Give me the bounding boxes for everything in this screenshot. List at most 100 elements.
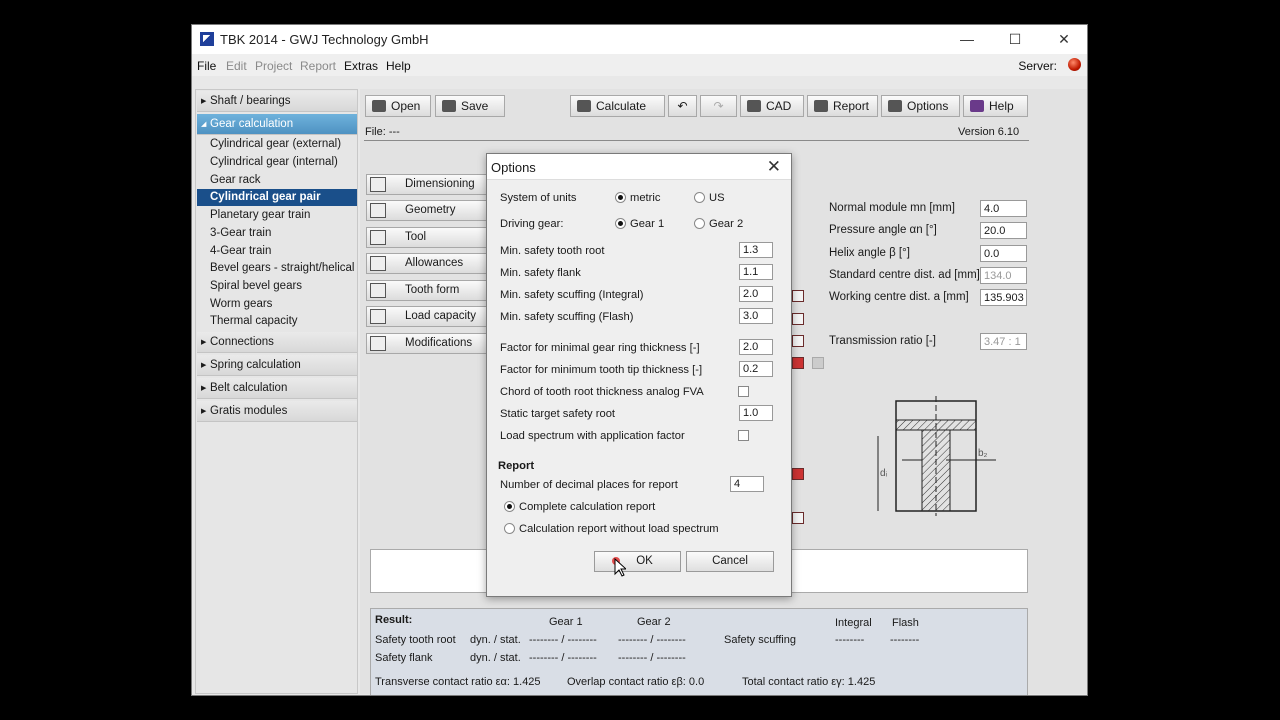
- standard-centre-label: Standard centre dist. ad [mm]: [829, 269, 980, 281]
- driving-gear2-radio[interactable]: [694, 218, 705, 229]
- tool-button[interactable]: Tool: [366, 227, 488, 248]
- normal-module-field[interactable]: 4.0: [980, 200, 1027, 217]
- cross-box-icon[interactable]: [792, 512, 804, 524]
- modifications-button[interactable]: Modifications: [366, 333, 488, 354]
- driving-gear2-label: Gear 2: [709, 218, 744, 230]
- load-spectrum-checkbox[interactable]: [738, 430, 749, 441]
- sidebar-item-planetary[interactable]: Planetary gear train: [197, 207, 357, 224]
- min-scuffing-flash-field[interactable]: 3.0: [739, 308, 773, 324]
- open-button[interactable]: Open: [365, 95, 431, 117]
- menu-help[interactable]: Help: [386, 59, 411, 73]
- tip-thickness-factor-field[interactable]: 0.2: [739, 361, 773, 377]
- sidebar-item-3-gear-train[interactable]: 3-Gear train: [197, 225, 357, 242]
- pressure-angle-field[interactable]: 20.0: [980, 222, 1027, 239]
- options-button[interactable]: Options: [881, 95, 960, 117]
- sidebar-section-connections[interactable]: Connections: [197, 332, 357, 353]
- lock-icon[interactable]: [792, 313, 804, 325]
- menu-report[interactable]: Report: [300, 59, 336, 73]
- transmission-ratio-label: Transmission ratio [-]: [829, 335, 936, 347]
- sidebar-item-worm-gears[interactable]: Worm gears: [197, 296, 357, 313]
- sidebar-item-spiral-bevel[interactable]: Spiral bevel gears: [197, 278, 357, 295]
- menu-extras[interactable]: Extras: [344, 59, 378, 73]
- static-target-safety-label: Static target safety root: [500, 408, 616, 420]
- result-value: --------: [835, 634, 865, 646]
- tooth-form-icon: [370, 283, 386, 298]
- min-safety-flank-field[interactable]: 1.1: [739, 264, 773, 280]
- save-icon: [442, 100, 456, 112]
- cancel-button[interactable]: Cancel: [686, 551, 774, 572]
- menu-project[interactable]: Project: [255, 59, 292, 73]
- ok-button[interactable]: OK: [594, 551, 681, 572]
- lock-icon[interactable]: [792, 357, 804, 369]
- save-button[interactable]: Save: [435, 95, 505, 117]
- calc-small-icon[interactable]: [792, 290, 804, 302]
- safety-scuffing-label: Safety scuffing: [724, 634, 796, 646]
- geometry-button[interactable]: Geometry: [366, 200, 488, 221]
- transmission-ratio-field: 3.47 : 1: [980, 333, 1027, 350]
- undo-button[interactable]: ↶: [668, 95, 697, 117]
- server-status-icon: [1068, 58, 1081, 71]
- sidebar-item-gear-rack[interactable]: Gear rack: [197, 172, 357, 189]
- square-icon[interactable]: [812, 357, 824, 369]
- options-dialog: Options ✕ System of units metric US Driv…: [486, 153, 792, 597]
- sidebar-item-cyl-gear-pair[interactable]: Cylindrical gear pair: [197, 189, 357, 206]
- result-col-integral: Integral: [835, 617, 872, 629]
- menu-file[interactable]: File: [197, 59, 216, 73]
- sidebar-item-bevel-gears[interactable]: Bevel gears - straight/helical: [197, 260, 357, 277]
- units-us-radio[interactable]: [694, 192, 705, 203]
- tool-label: Tool: [405, 231, 427, 243]
- working-centre-field[interactable]: 135.903: [980, 289, 1027, 306]
- sidebar-item-thermal[interactable]: Thermal capacity: [197, 313, 357, 330]
- pressure-angle-label: Pressure angle αn [°]: [829, 224, 937, 236]
- lock-icon[interactable]: [792, 468, 804, 480]
- dialog-title-bar: Options ✕: [487, 154, 791, 180]
- units-metric-radio[interactable]: [615, 192, 626, 203]
- sidebar-item-4-gear-train[interactable]: 4-Gear train: [197, 243, 357, 260]
- result-value: -------- / --------: [618, 652, 686, 664]
- result-col-gear2: Gear 2: [637, 616, 671, 628]
- helix-angle-field[interactable]: 0.0: [980, 245, 1027, 262]
- cad-button[interactable]: CAD: [740, 95, 804, 117]
- redo-button[interactable]: ↷: [700, 95, 737, 117]
- allowances-button[interactable]: Allowances: [366, 253, 488, 274]
- gear-ring-factor-field[interactable]: 2.0: [739, 339, 773, 355]
- width-label: b₂: [978, 448, 988, 459]
- menu-edit[interactable]: Edit: [226, 59, 247, 73]
- dimensioning-button[interactable]: Dimensioning: [366, 174, 488, 195]
- tooth-form-button[interactable]: Tooth form: [366, 280, 488, 301]
- sidebar-section-gratis[interactable]: Gratis modules: [197, 401, 357, 422]
- open-button-label: Open: [391, 99, 421, 113]
- min-safety-root-field[interactable]: 1.3: [739, 242, 773, 258]
- sidebar-item-cyl-external[interactable]: Cylindrical gear (external): [197, 136, 357, 153]
- driving-gear1-radio[interactable]: [615, 218, 626, 229]
- working-centre-label: Working centre dist. a [mm]: [829, 291, 969, 303]
- help-button[interactable]: Help: [963, 95, 1028, 117]
- cad-icon: [747, 100, 761, 112]
- close-icon[interactable]: ✕: [1048, 29, 1080, 49]
- sidebar-section-gear-calculation[interactable]: Gear calculation: [197, 114, 357, 135]
- diameter-label: dᵢ: [880, 468, 888, 479]
- min-scuffing-integral-field[interactable]: 2.0: [739, 286, 773, 302]
- complete-report-radio[interactable]: [504, 501, 515, 512]
- chord-fva-checkbox[interactable]: [738, 386, 749, 397]
- sidebar-section-shaft[interactable]: Shaft / bearings: [197, 91, 357, 112]
- sidebar-section-spring[interactable]: Spring calculation: [197, 355, 357, 376]
- sidebar-item-cyl-internal[interactable]: Cylindrical gear (internal): [197, 154, 357, 171]
- static-target-safety-field[interactable]: 1.0: [739, 405, 773, 421]
- lock-icon[interactable]: [792, 335, 804, 347]
- report-button[interactable]: Report: [807, 95, 878, 117]
- dialog-close-icon[interactable]: ✕: [767, 157, 781, 177]
- sidebar-section-belt[interactable]: Belt calculation: [197, 378, 357, 399]
- report-button-label: Report: [833, 99, 870, 113]
- result-value: --------: [890, 634, 920, 646]
- maximize-icon[interactable]: ☐: [999, 29, 1031, 49]
- decimal-places-field[interactable]: 4: [730, 476, 764, 492]
- save-button-label: Save: [461, 99, 489, 113]
- tooth-form-label: Tooth form: [405, 284, 460, 296]
- report-no-spectrum-radio[interactable]: [504, 523, 515, 534]
- load-capacity-button[interactable]: Load capacity: [366, 306, 488, 327]
- calculate-button[interactable]: Calculate: [570, 95, 665, 117]
- minimize-icon[interactable]: —: [951, 29, 983, 49]
- report-icon: [814, 100, 828, 112]
- dimensioning-label: Dimensioning: [405, 178, 475, 190]
